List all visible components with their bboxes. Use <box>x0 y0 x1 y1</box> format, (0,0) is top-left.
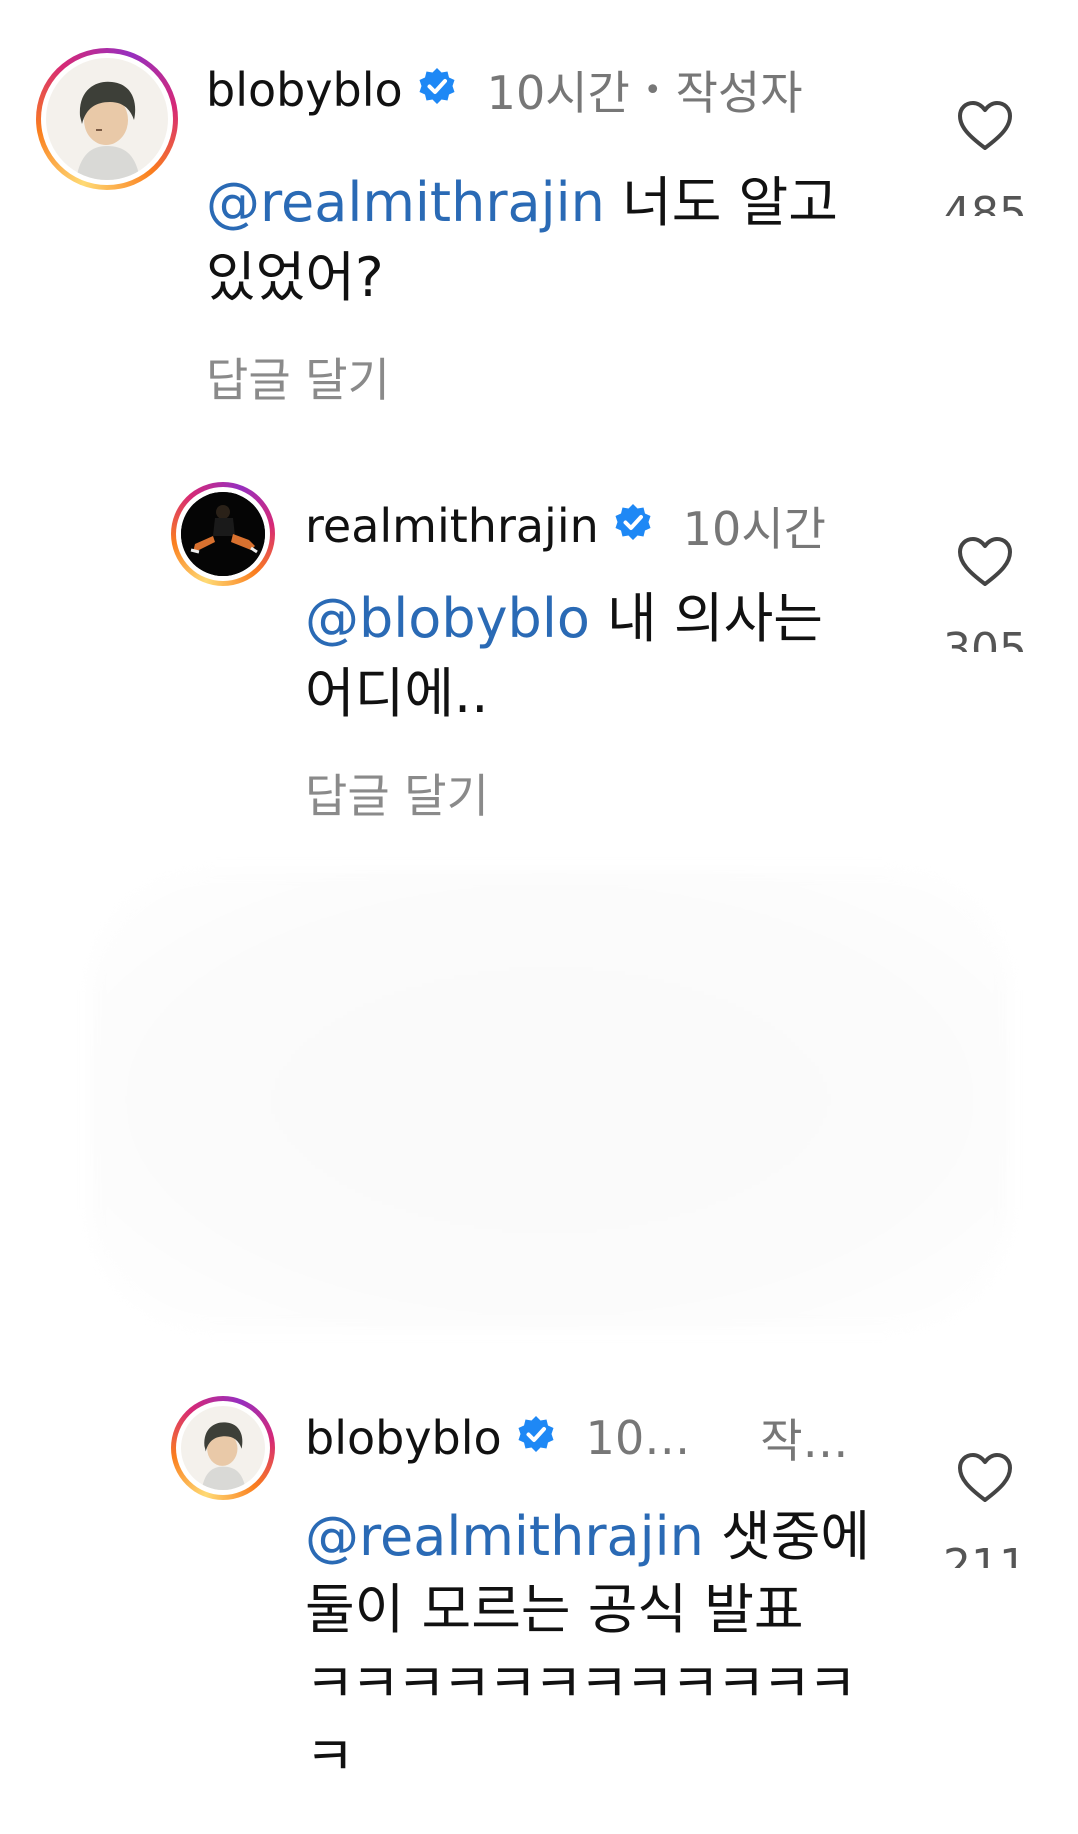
heart-icon[interactable] <box>957 100 1013 156</box>
username[interactable]: realmithrajin <box>305 499 599 553</box>
like-count: 305 <box>943 624 1027 652</box>
text-line: 둘이 모르는 공식 발표 <box>305 1578 804 1642</box>
comment-2-header: realmithrajin 10시간 <box>305 498 826 556</box>
username[interactable]: blobyblo <box>305 1411 502 1465</box>
comment-1-text: @realmithrajin 너도 알고 있었어? <box>206 166 886 315</box>
heart-icon[interactable] <box>957 536 1013 592</box>
like-control: 305 <box>940 536 1030 652</box>
like-control: 485 <box>940 100 1030 216</box>
like-count: 211 <box>943 1540 1027 1568</box>
text-line: ㅋ <box>305 1725 355 1789</box>
text-line: 너도 알고 <box>604 171 838 234</box>
comment-3-text: @realmithrajin 샛중에 둘이 모르는 공식 발표 ㅋㅋㅋㅋㅋㅋㅋㅋ… <box>305 1500 925 1794</box>
mention-link[interactable]: @realmithrajin <box>305 1505 704 1568</box>
avatar-realmithrajin[interactable] <box>171 482 275 586</box>
heart-icon[interactable] <box>957 1452 1013 1508</box>
author-label: 작성자 <box>675 66 803 120</box>
verified-badge-icon <box>417 63 457 117</box>
username[interactable]: blobyblo <box>206 63 403 117</box>
text-line: 샛중에 <box>703 1505 871 1568</box>
comment-1-header: blobyblo 10시간 • 작성자 <box>206 62 803 120</box>
reply-button[interactable]: 답글 달기 <box>305 760 489 826</box>
text-line: 어디에.. <box>305 661 489 725</box>
timestamp: 10시간 <box>486 66 630 120</box>
text-line: 있었어? <box>206 245 384 309</box>
boy-portrait-avatar-icon <box>46 58 168 180</box>
mention-link[interactable]: @realmithrajin <box>206 171 605 234</box>
dancer-avatar-icon <box>181 492 265 576</box>
timestamp: 10… <box>585 1411 691 1465</box>
author-label: 작… <box>760 1414 849 1468</box>
like-count: 485 <box>943 188 1027 216</box>
comment-3: blobyblo 10… 작… @realmithrajin 샛중에 둘이 모르… <box>0 1380 1078 1834</box>
comment-2-text: @blobyblo 내 의사는 어디에.. <box>305 582 885 731</box>
reply-button[interactable]: 답글 달기 <box>206 344 390 410</box>
boy-portrait-avatar-icon <box>181 1406 265 1490</box>
mention-link[interactable]: @blobyblo <box>305 587 590 650</box>
comment-1: blobyblo 10시간 • 작성자 @realmithrajin 너도 알고… <box>0 0 1078 420</box>
text-line: 내 의사는 <box>589 587 823 650</box>
comment-3-header: blobyblo 10… 작… <box>305 1410 849 1468</box>
timestamp: 10시간 <box>682 502 826 556</box>
verified-badge-icon <box>516 1411 556 1465</box>
like-control: 211 <box>940 1452 1030 1568</box>
text-line: ㅋㅋㅋㅋㅋㅋㅋㅋㅋㅋㅋㅋ <box>305 1651 857 1715</box>
avatar-blobyblo[interactable] <box>36 48 178 190</box>
blurred-hidden-region <box>90 870 1010 1330</box>
verified-badge-icon <box>613 499 653 553</box>
avatar-blobyblo[interactable] <box>171 1396 275 1500</box>
separator-dot: • <box>643 72 662 108</box>
comment-2: realmithrajin 10시간 @blobyblo 내 의사는 어디에..… <box>0 460 1078 860</box>
